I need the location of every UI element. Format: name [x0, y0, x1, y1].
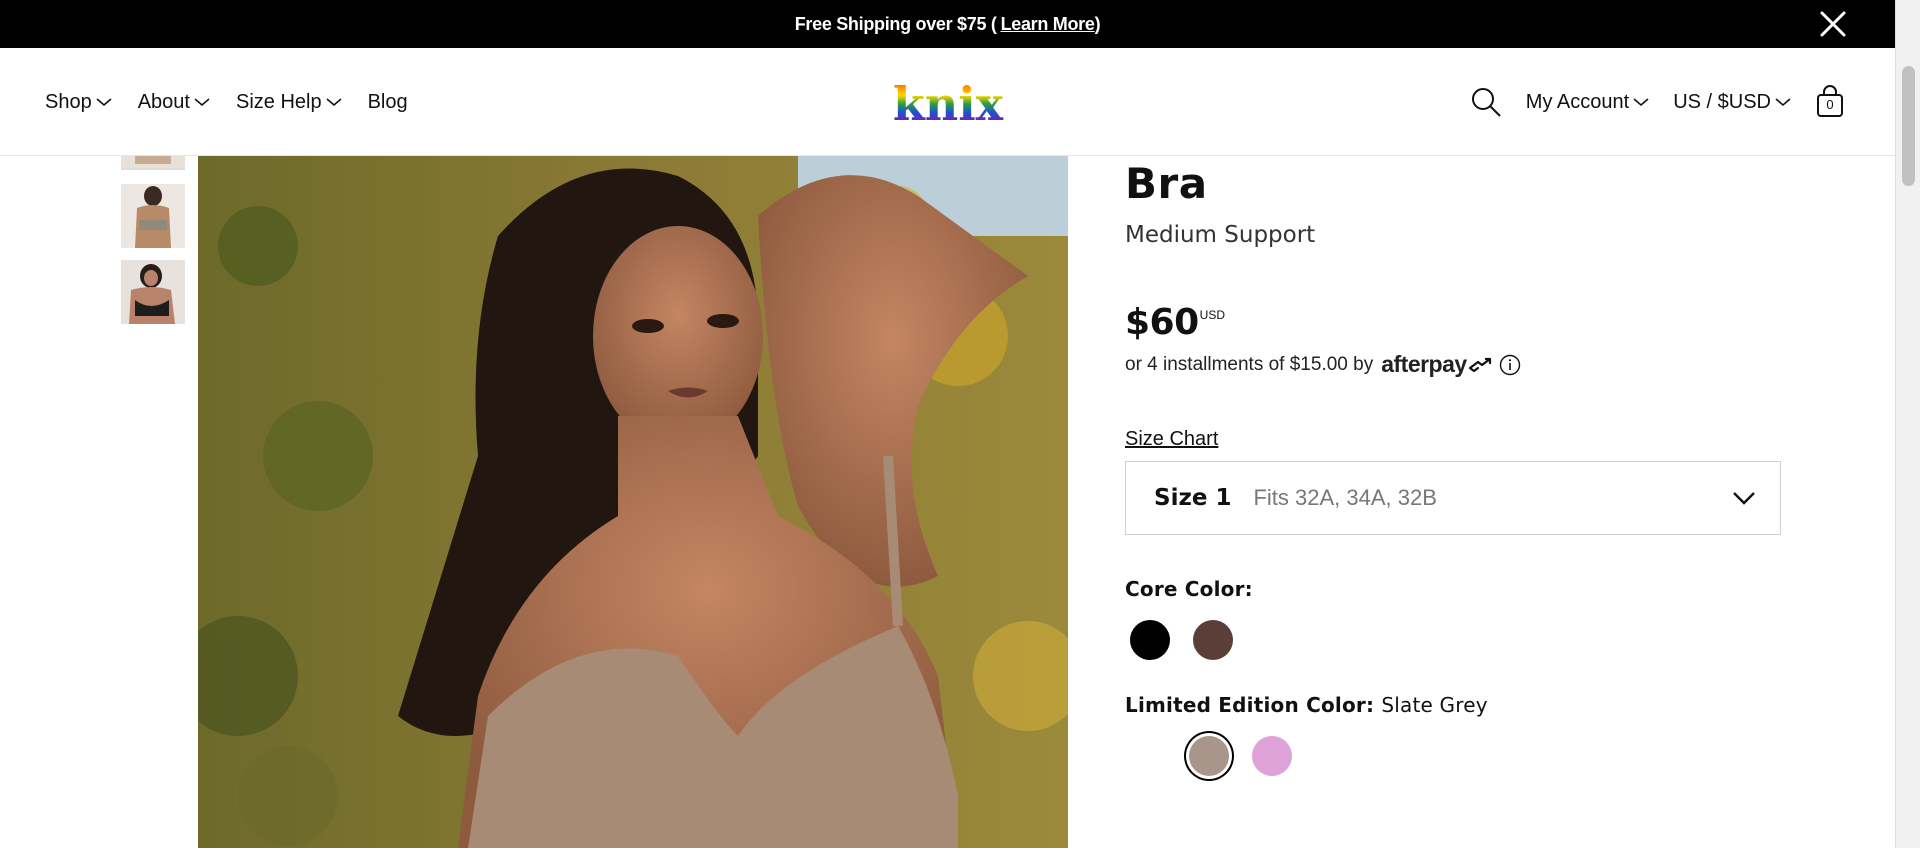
afterpay-label: afterpay [1381, 351, 1467, 377]
my-account-label: My Account [1525, 90, 1630, 113]
chevron-down-icon [96, 98, 112, 107]
secondary-nav: My Account US / $USD 0 [1470, 48, 1845, 156]
nav-shop-label: Shop [45, 90, 92, 113]
afterpay-logo: afterpay [1381, 351, 1492, 378]
thumbnail-3[interactable] [121, 260, 185, 324]
announcement-close-paren: ) [1094, 13, 1101, 34]
product-title: Bra [1125, 159, 1208, 208]
cart-button[interactable]: 0 [1815, 85, 1845, 119]
search-icon[interactable] [1470, 86, 1502, 118]
core-color-label: Core Color: [1125, 577, 1785, 601]
afterpay-installments: or 4 installments of $15.00 by afterpay [1125, 351, 1785, 378]
limited-color-value: Slate Grey [1381, 693, 1488, 717]
page-scrollbar[interactable] [1895, 0, 1920, 848]
limited-color-swatches [1189, 731, 1785, 781]
core-color-label-text: Core Color: [1125, 577, 1253, 601]
swatch-slate-grey[interactable] [1189, 736, 1229, 776]
chevron-down-icon [194, 98, 210, 107]
limited-color-label-text: Limited Edition Color: [1125, 693, 1375, 717]
knix-logo[interactable]: knix [888, 78, 1008, 128]
thumbnail-2[interactable] [121, 184, 185, 248]
nav-blog-label: Blog [367, 90, 408, 113]
nav-size-help-label: Size Help [235, 90, 322, 113]
chevron-down-icon [1775, 98, 1791, 107]
installments-text: or 4 installments of $15.00 by [1125, 353, 1374, 375]
logo-text: knix [893, 78, 1004, 128]
thumbnail-1[interactable] [121, 156, 185, 170]
announcement-text: Free Shipping over $75 ( [794, 13, 997, 34]
product-price: $60 [1125, 302, 1199, 343]
swatch-brown[interactable] [1193, 620, 1233, 660]
size-fits: Fits 32A, 34A, 32B [1253, 485, 1437, 510]
info-icon[interactable] [1499, 354, 1521, 376]
price-currency: USD [1199, 308, 1225, 322]
price-row: $60 USD [1125, 302, 1785, 343]
afterpay-loop-icon [1468, 357, 1491, 372]
learn-more-link[interactable]: Learn More [1001, 14, 1095, 35]
thumbnail-gallery [121, 156, 185, 336]
main-product-image[interactable] [198, 156, 1068, 848]
core-color-swatches [1125, 615, 1785, 665]
scrollbar-thumb[interactable] [1902, 66, 1915, 186]
nav-blog[interactable]: Blog [368, 91, 408, 114]
size-name: Size 1 [1154, 485, 1232, 511]
site-header: Shop About Size Help Blog knix My Accoun… [0, 48, 1895, 156]
product-subtitle: Medium Support [1125, 222, 1316, 248]
nav-size-help[interactable]: Size Help [236, 91, 342, 114]
nav-about-label: About [137, 90, 190, 113]
chevron-down-icon [1633, 98, 1649, 107]
chevron-down-icon [1733, 492, 1755, 505]
currency-label: US / $USD [1673, 90, 1771, 113]
primary-nav: Shop About Size Help Blog [45, 48, 434, 156]
size-chart-link[interactable]: Size Chart [1125, 428, 1218, 451]
my-account-menu[interactable]: My Account [1526, 91, 1649, 114]
close-icon[interactable] [1819, 10, 1847, 38]
limited-color-label: Limited Edition Color: Slate Grey [1125, 693, 1785, 717]
size-dropdown[interactable]: Size 1 Fits 32A, 34A, 32B [1125, 461, 1781, 535]
swatch-black[interactable] [1130, 620, 1170, 660]
chevron-down-icon [326, 98, 342, 107]
currency-selector[interactable]: US / $USD [1673, 91, 1791, 114]
swatch-pink[interactable] [1252, 736, 1292, 776]
announcement-bar: Free Shipping over $75 ( Learn More ) [0, 0, 1895, 48]
nav-shop[interactable]: Shop [45, 91, 112, 114]
cart-count: 0 [1826, 97, 1834, 112]
nav-about[interactable]: About [138, 91, 210, 114]
product-info: Bra Medium Support $60 USD or 4 installm… [1125, 156, 1785, 781]
